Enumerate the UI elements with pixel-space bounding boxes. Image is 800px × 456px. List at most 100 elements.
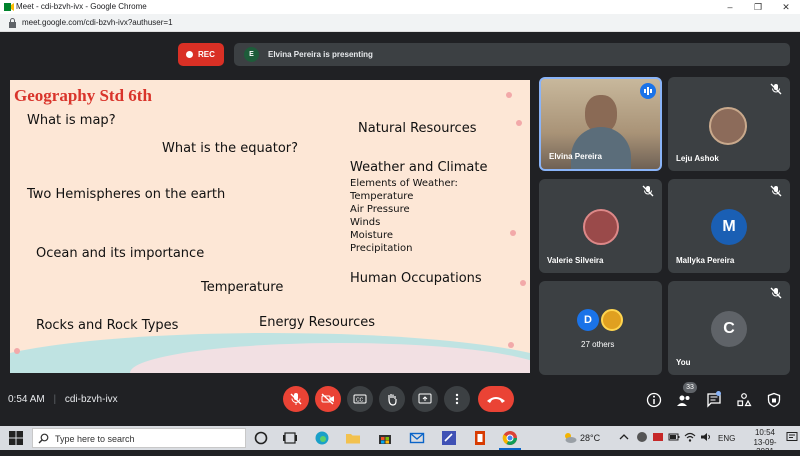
- hand-icon: [388, 394, 397, 406]
- volume-icon[interactable]: [700, 431, 712, 443]
- tray-app-icon[interactable]: [636, 431, 648, 443]
- chat-notification-dot: [716, 391, 721, 396]
- participant-name: Mallyka Pereira: [676, 256, 735, 265]
- weather-icon[interactable]: [562, 430, 578, 446]
- recording-badge: REC: [178, 43, 224, 66]
- meeting-code: cdi-bzvh-ivx: [64, 394, 118, 405]
- taskbar-search-box[interactable]: Type here to search: [32, 428, 246, 448]
- wifi-icon[interactable]: [684, 431, 696, 443]
- camera-toggle-button[interactable]: [315, 386, 341, 412]
- participant-avatar: M: [711, 209, 747, 245]
- participant-name: You: [676, 358, 691, 367]
- others-avatar-photo: [601, 309, 623, 331]
- mail-icon[interactable]: [409, 430, 425, 446]
- slide-item: Winds: [350, 217, 381, 228]
- maximize-button[interactable]: ❐: [744, 0, 772, 14]
- more-options-button[interactable]: [444, 386, 470, 412]
- whiteboard-app-icon[interactable]: [441, 430, 457, 446]
- host-controls-icon[interactable]: [766, 392, 782, 408]
- self-tile[interactable]: C You: [668, 281, 790, 375]
- slide-item: What is the equator?: [162, 141, 299, 156]
- slide-item: Weather and Climate: [350, 160, 488, 175]
- mic-toggle-button[interactable]: [283, 386, 309, 412]
- office-icon[interactable]: [472, 430, 488, 446]
- participant-name: Leju Ashok: [676, 154, 719, 163]
- svg-text:CC: CC: [356, 398, 364, 404]
- presenting-text: Elvina Pereira is presenting: [268, 50, 373, 59]
- captions-button[interactable]: CC: [347, 386, 373, 412]
- meeting-details-icon[interactable]: [646, 392, 662, 408]
- camera-off-icon: [321, 393, 334, 405]
- presentation-slide: Geography Std 6th What is map? What is t…: [10, 80, 530, 373]
- people-icon[interactable]: [676, 392, 692, 408]
- mic-off-icon: [642, 185, 654, 197]
- record-dot-icon: [186, 51, 193, 58]
- slide-item: Elements of Weather:: [350, 178, 458, 189]
- others-label: 27 others: [581, 340, 615, 349]
- meeting-clock: 0:54 AM | cdi-bzvh-ivx: [8, 394, 118, 405]
- rec-label: REC: [198, 50, 215, 59]
- slide-item: Air Pressure: [350, 204, 410, 215]
- slide-item: Temperature: [350, 191, 414, 202]
- file-explorer-icon[interactable]: [345, 430, 361, 446]
- presenter-avatar: E: [244, 47, 259, 62]
- lock-icon: [9, 18, 16, 28]
- windows-start-icon[interactable]: [8, 430, 24, 446]
- mic-off-icon: [290, 393, 302, 405]
- mic-off-icon: [770, 83, 782, 95]
- url-text: meet.google.com/cdi-bzvh-ivx?authuser=1: [22, 18, 173, 27]
- battery-icon[interactable]: [668, 431, 680, 443]
- store-icon[interactable]: [377, 430, 393, 446]
- search-placeholder: Type here to search: [55, 434, 135, 444]
- speaking-indicator-icon: [640, 83, 656, 99]
- slide-item: Temperature: [201, 280, 284, 295]
- mic-off-icon: [770, 185, 782, 197]
- edge-icon[interactable]: [314, 430, 330, 446]
- slide-item: Energy Resources: [259, 315, 376, 330]
- browser-title-bar: Meet - cdi-bzvh-ivx - Google Chrome – ❐ …: [0, 0, 800, 14]
- more-vert-icon: [455, 393, 459, 405]
- others-avatar: D: [577, 309, 599, 331]
- participant-tile-leju[interactable]: Leju Ashok: [668, 77, 790, 171]
- end-call-icon: [487, 397, 505, 403]
- task-view-icon[interactable]: [282, 430, 298, 446]
- participant-tile-valerie[interactable]: Valerie Silveira: [539, 179, 662, 273]
- people-count-badge: 33: [683, 382, 697, 393]
- participant-avatar-photo: [583, 209, 619, 245]
- window-title: Meet - cdi-bzvh-ivx - Google Chrome: [16, 2, 147, 11]
- slide-item: Moisture: [350, 230, 394, 241]
- slide-item: Human Occupations: [350, 271, 482, 286]
- close-window-button[interactable]: ✕: [772, 0, 800, 14]
- address-bar[interactable]: meet.google.com/cdi-bzvh-ivx?authuser=1: [0, 14, 800, 32]
- minimize-button[interactable]: –: [716, 0, 744, 14]
- search-icon: [38, 433, 49, 444]
- present-button[interactable]: [412, 386, 438, 412]
- presenting-banner: E Elvina Pereira is presenting: [234, 43, 790, 66]
- leave-call-button[interactable]: [478, 386, 514, 412]
- weather-temperature[interactable]: 28°C: [580, 433, 600, 443]
- participant-tile-mallyka[interactable]: M Mallyka Pereira: [668, 179, 790, 273]
- slide-item: Rocks and Rock Types: [36, 318, 179, 333]
- cortana-icon[interactable]: [253, 430, 269, 446]
- taskbar-clock-time[interactable]: 10:54: [745, 428, 785, 437]
- tray-alert-icon[interactable]: [652, 431, 664, 443]
- notifications-icon[interactable]: [786, 431, 798, 443]
- chevron-up-icon[interactable]: [618, 431, 630, 443]
- chrome-icon[interactable]: [502, 430, 518, 446]
- participant-tile-elvina[interactable]: Elvina Pereira: [539, 77, 662, 171]
- participant-name: Valerie Silveira: [547, 256, 604, 265]
- slide-title: Geography Std 6th: [14, 86, 152, 105]
- raise-hand-button[interactable]: [379, 386, 405, 412]
- taskbar-clock-date[interactable]: 13-09-2021: [745, 438, 785, 456]
- self-avatar: C: [711, 311, 747, 347]
- slide-item: Ocean and its importance: [36, 246, 205, 261]
- slide-item: Precipitation: [350, 243, 413, 254]
- meet-favicon-icon: [4, 3, 14, 11]
- others-tile[interactable]: D 27 others: [539, 281, 662, 375]
- mic-off-icon: [770, 287, 782, 299]
- slide-item: What is map?: [27, 113, 116, 128]
- activities-icon[interactable]: [736, 392, 752, 408]
- input-language[interactable]: ENG: [718, 434, 735, 443]
- slide-item: Two Hemispheres on the earth: [27, 187, 226, 202]
- captions-icon: CC: [353, 394, 367, 404]
